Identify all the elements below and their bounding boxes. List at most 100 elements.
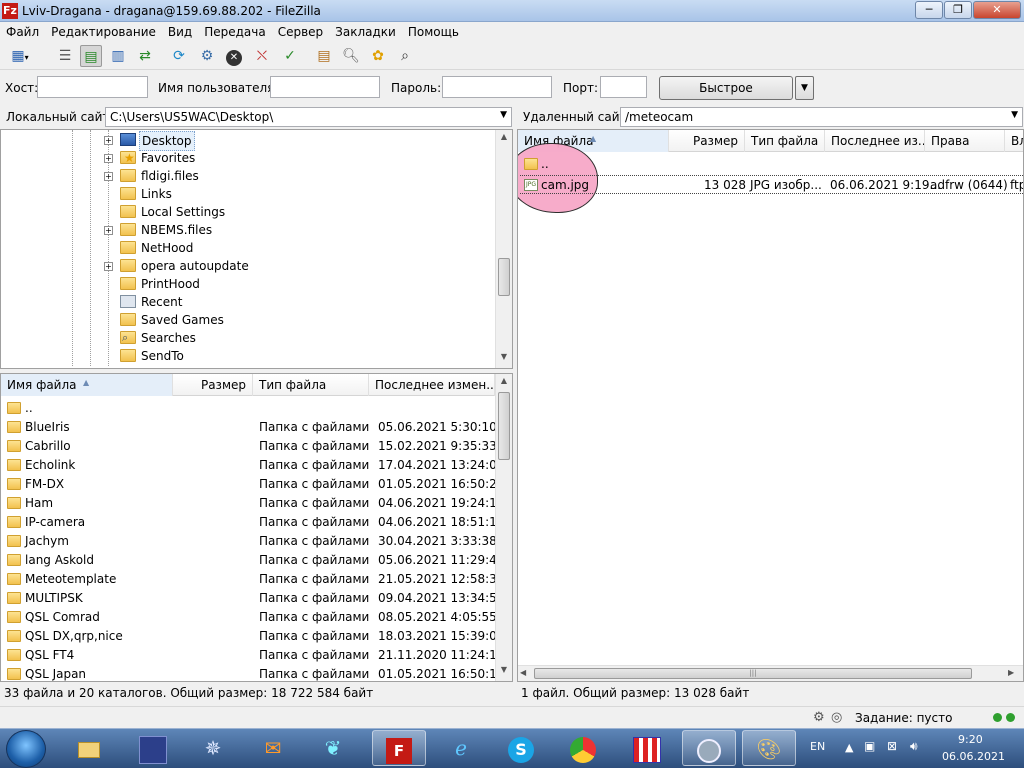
directory-listing-filters-icon[interactable]: ▤	[313, 45, 335, 67]
scroll-thumb[interactable]: |||	[534, 668, 972, 679]
taskbar-explorer-icon[interactable]	[68, 730, 110, 766]
table-row[interactable]: QSL Comrad Папка с файлами 08.05.2021 4:05…	[3, 608, 497, 627]
power-icon[interactable]: ⊠	[887, 739, 897, 753]
scroll-right-arrow-icon[interactable]: ▶	[1008, 668, 1014, 677]
taskbar-mail-icon[interactable]: ✉	[252, 730, 294, 766]
tree-item[interactable]: NetHood	[1, 239, 495, 257]
table-row[interactable]: Cabrillo Папка с файлами 15.02.2021 9:35:3…	[3, 437, 497, 456]
local-list-scrollbar[interactable]: ▲ ▼	[495, 374, 512, 681]
tree-item[interactable]: Recent	[1, 293, 495, 311]
table-row[interactable]: IP-camera Папка с файлами 04.06.2021 18:51…	[3, 513, 504, 532]
menu-help[interactable]: Помощь	[402, 22, 465, 42]
tree-item[interactable]: + Desktop	[1, 131, 495, 151]
maximize-button[interactable]: ❐	[944, 1, 972, 19]
expand-icon[interactable]: +	[104, 226, 113, 235]
scroll-thumb[interactable]	[498, 258, 510, 296]
expand-icon[interactable]: +	[104, 172, 113, 181]
expand-icon[interactable]: +	[104, 136, 113, 145]
menu-server[interactable]: Сервер	[272, 22, 329, 42]
volume-icon[interactable]: 🔊︎	[910, 739, 918, 754]
host-input[interactable]	[37, 76, 148, 98]
taskbar-filezilla-icon[interactable]: F	[372, 730, 426, 766]
scroll-up-arrow-icon[interactable]: ▲	[496, 132, 512, 141]
tree-item[interactable]: Saved Games	[1, 311, 495, 329]
scroll-up-arrow-icon[interactable]: ▲	[496, 376, 512, 385]
password-input[interactable]	[442, 76, 552, 98]
expand-icon[interactable]: +	[104, 262, 113, 271]
table-row[interactable]: QSL FT4 Папка с файлами 21.11.2020 11:24:1…	[3, 646, 504, 665]
speed-limit-icon[interactable]: ◎	[831, 710, 842, 725]
table-row[interactable]: QSL Japan Папка с файлами 01.05.2021 16:50…	[3, 665, 504, 681]
scroll-thumb[interactable]	[498, 392, 510, 460]
taskbar-app3-icon[interactable]	[682, 730, 736, 766]
refresh-icon[interactable]: ⟳	[168, 45, 190, 67]
menu-edit[interactable]: Редактирование	[45, 22, 162, 42]
directory-comparison-icon[interactable]: 🔍︎	[340, 45, 362, 67]
table-row[interactable]: JPG cam.jpg 13 028 JPG изобр... 06.06.2021 9…	[520, 175, 1023, 194]
local-col-modified[interactable]: Последнее измен...	[369, 374, 495, 396]
synchronized-browsing-icon[interactable]: ✿	[367, 45, 389, 67]
remote-hscrollbar[interactable]: ◀ ||| ▶	[518, 665, 1023, 681]
taskbar-app-icon[interactable]	[132, 730, 174, 766]
toggle-queue-icon[interactable]: ⇄	[134, 45, 156, 67]
tree-item[interactable]: Links	[1, 185, 495, 203]
taskbar-paint-icon[interactable]: 🎨︎	[742, 730, 796, 766]
table-row[interactable]: ..	[3, 399, 495, 418]
taskbar-chrome-icon[interactable]	[562, 730, 604, 766]
menu-view[interactable]: Вид	[162, 22, 198, 42]
scroll-left-arrow-icon[interactable]: ◀	[520, 668, 526, 677]
language-indicator[interactable]: EN	[810, 740, 825, 753]
table-row[interactable]: QSL DX,qrp,nice Папка с файлами 18.03.2021…	[3, 627, 504, 646]
remote-col-owner[interactable]: Вл	[1005, 130, 1023, 152]
table-row[interactable]: Echolink Папка с файлами 17.04.2021 13:24:…	[3, 456, 504, 475]
taskbar-app2-icon[interactable]	[626, 730, 668, 766]
local-tree-scrollbar[interactable]: ▲ ▼	[495, 130, 512, 368]
local-col-name[interactable]: Имя файла ▲	[1, 374, 173, 396]
quickconnect-button[interactable]: Быстрое соединение	[659, 76, 793, 117]
table-row[interactable]: BlueIris Папка с файлами 05.06.2021 5:30:1…	[3, 418, 497, 437]
taskbar-skype-icon[interactable]: S	[500, 730, 542, 766]
port-input[interactable]	[600, 76, 647, 98]
scroll-down-arrow-icon[interactable]: ▼	[496, 352, 512, 361]
remote-col-permissions[interactable]: Права	[925, 130, 1005, 152]
tree-item[interactable]: + fldigi.files	[1, 167, 495, 185]
menu-bookmarks[interactable]: Закладки	[329, 22, 402, 42]
menu-transfer[interactable]: Передача	[198, 22, 272, 42]
tree-item[interactable]: Local Settings	[1, 203, 495, 221]
search-remote-files-icon[interactable]: ⌕	[394, 45, 416, 67]
tree-item[interactable]: ⌕ Searches	[1, 329, 495, 347]
remote-col-modified[interactable]: Последнее из...	[825, 130, 925, 152]
table-row[interactable]: FM-DX Папка с файлами 01.05.2021 16:50:25	[3, 475, 504, 494]
table-row[interactable]: lang Askold Папка с файлами 05.06.2021 11:…	[3, 551, 504, 570]
quickconnect-dropdown-button[interactable]: ▼	[795, 76, 814, 100]
taskbar-ie-icon[interactable]: ℯ	[440, 730, 482, 766]
menu-file[interactable]: Файл	[0, 22, 45, 42]
local-col-type[interactable]: Тип файла	[253, 374, 369, 396]
username-input[interactable]	[270, 76, 380, 98]
table-row[interactable]: ..	[520, 155, 1023, 174]
toggle-remote-tree-icon[interactable]: ▥	[107, 45, 129, 67]
table-row[interactable]: MULTIPSK Папка с файлами 09.04.2021 13:34:…	[3, 589, 504, 608]
chevron-down-icon[interactable]: ▼	[1011, 110, 1018, 120]
tray-expand-icon[interactable]: ▲	[845, 741, 853, 754]
taskbar-butterfly-icon[interactable]: ❦	[312, 730, 354, 766]
local-col-size[interactable]: Размер	[173, 374, 253, 396]
toggle-message-log-icon[interactable]: ☰	[54, 45, 76, 67]
expand-icon[interactable]: +	[104, 154, 113, 163]
tree-item[interactable]: SendTo	[1, 347, 495, 365]
tree-item[interactable]: + NBEMS.files	[1, 221, 495, 239]
close-button[interactable]: ✕	[973, 1, 1021, 19]
site-manager-icon[interactable]: ▦▾	[4, 45, 36, 67]
tree-item[interactable]: + opera autoupdate	[1, 257, 495, 275]
disconnect-icon[interactable]: ⛌	[251, 45, 273, 67]
reconnect-icon[interactable]: ✓	[279, 45, 301, 67]
chevron-down-icon[interactable]: ▼	[500, 110, 507, 120]
clock-date[interactable]: 06.06.2021	[942, 750, 1005, 763]
table-row[interactable]: Jachym Папка с файлами 30.04.2021 3:33:38	[3, 532, 497, 551]
network-icon[interactable]: ▣	[864, 739, 875, 753]
process-queue-icon[interactable]: ⚙	[196, 45, 218, 67]
remote-path-combo[interactable]: /meteocam ▼	[620, 107, 1023, 127]
table-row[interactable]: Meteotemplate Папка с файлами 21.05.2021 1…	[3, 570, 504, 589]
remote-col-size[interactable]: Размер	[669, 130, 745, 152]
remote-col-type[interactable]: Тип файла	[745, 130, 825, 152]
